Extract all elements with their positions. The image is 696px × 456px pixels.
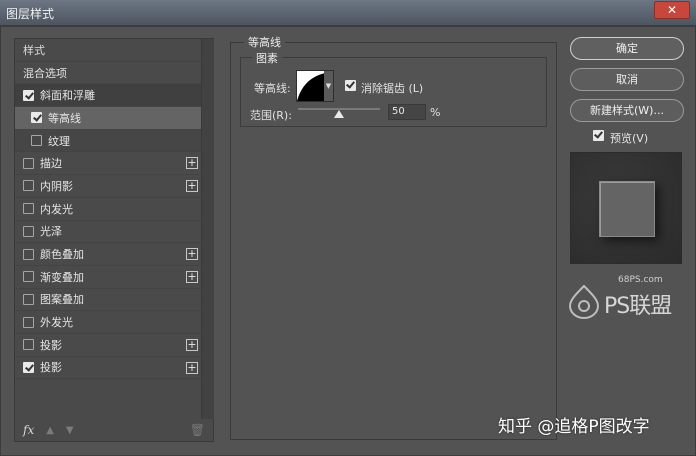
add-icon[interactable]: + bbox=[186, 361, 198, 374]
close-button[interactable]: ✕ bbox=[654, 1, 690, 19]
group-title: 等高线 bbox=[244, 34, 285, 50]
range-label: 范围(R): bbox=[250, 109, 292, 122]
trash-icon[interactable]: 🗑 bbox=[190, 423, 205, 437]
preview-label: 预览(V) bbox=[610, 132, 649, 145]
checkbox-icon[interactable] bbox=[23, 89, 34, 101]
style-item-bevel-emboss[interactable]: 斜面和浮雕 bbox=[15, 84, 201, 108]
style-item-color-overlay[interactable]: 颜色叠加 + bbox=[15, 243, 201, 266]
range-unit: % bbox=[430, 106, 441, 119]
move-up-icon[interactable]: ▲ bbox=[46, 425, 54, 436]
blend-options-item[interactable]: 混合选项 bbox=[15, 62, 201, 85]
contour-picker[interactable]: ▼ bbox=[296, 70, 334, 102]
contour-label: 等高线: bbox=[254, 82, 291, 95]
style-item-outer-glow[interactable]: 外发光 bbox=[15, 311, 201, 334]
styles-list: 样式 混合选项 斜面和浮雕 等高线 纹理 描边 + 内阴影 + 内发光 光泽 颜… bbox=[15, 39, 201, 380]
style-item-pattern-overlay[interactable]: 图案叠加 bbox=[15, 289, 201, 312]
style-item-drop-shadow-2[interactable]: 投影 + bbox=[15, 357, 201, 380]
style-item-contour[interactable]: 等高线 bbox=[15, 107, 201, 130]
anti-alias-label: 消除锯齿 (L) bbox=[361, 82, 424, 95]
checkbox-icon[interactable] bbox=[31, 112, 42, 124]
chevron-down-icon[interactable]: ▼ bbox=[324, 71, 333, 101]
add-icon[interactable]: + bbox=[186, 270, 198, 283]
preview-checkbox[interactable] bbox=[593, 130, 604, 141]
checkbox-icon[interactable] bbox=[23, 316, 34, 328]
watermark-logo-icon bbox=[568, 284, 600, 319]
checkbox-icon[interactable] bbox=[23, 339, 34, 351]
title-bar: 图层样式 ✕ bbox=[0, 0, 696, 26]
range-input[interactable]: 50 bbox=[388, 104, 426, 120]
contour-curve-icon bbox=[297, 71, 325, 101]
new-style-button[interactable]: 新建样式(W)... bbox=[570, 99, 684, 122]
checkbox-icon[interactable] bbox=[23, 248, 34, 260]
styles-scrollbar[interactable] bbox=[201, 39, 214, 419]
subgroup-title: 图素 bbox=[252, 50, 282, 66]
checkbox-icon[interactable] bbox=[23, 157, 34, 169]
checkbox-icon[interactable] bbox=[23, 180, 34, 192]
preview-swatch bbox=[599, 181, 655, 237]
style-item-stroke[interactable]: 描边 + bbox=[15, 152, 201, 176]
add-icon[interactable]: + bbox=[186, 248, 198, 261]
checkbox-icon[interactable] bbox=[23, 225, 34, 237]
add-icon[interactable]: + bbox=[186, 180, 198, 193]
checkbox-icon[interactable] bbox=[23, 271, 34, 283]
watermark-zhihu: 知乎 @追格P图改字 bbox=[498, 417, 650, 437]
add-icon[interactable]: + bbox=[186, 157, 198, 170]
style-item-gradient-overlay[interactable]: 渐变叠加 + bbox=[15, 266, 201, 289]
range-slider-handle[interactable] bbox=[333, 110, 344, 118]
cancel-button[interactable]: 取消 bbox=[570, 68, 684, 91]
checkbox-icon[interactable] bbox=[23, 293, 34, 305]
style-item-inner-glow[interactable]: 内发光 bbox=[15, 198, 201, 221]
anti-alias-checkbox[interactable] bbox=[345, 80, 356, 91]
window-title: 图层样式 bbox=[6, 7, 55, 21]
move-down-icon[interactable]: ▼ bbox=[66, 425, 74, 436]
checkbox-icon[interactable] bbox=[23, 203, 34, 215]
add-icon[interactable]: + bbox=[186, 338, 198, 351]
style-item-drop-shadow-1[interactable]: 投影 + bbox=[15, 334, 201, 357]
style-preview bbox=[570, 152, 682, 264]
watermark-site: 68PS.com bbox=[618, 275, 663, 285]
styles-panel: 样式 混合选项 斜面和浮雕 等高线 纹理 描边 + 内阴影 + 内发光 光泽 颜… bbox=[14, 38, 214, 442]
ok-button[interactable]: 确定 bbox=[570, 37, 684, 60]
style-item-satin[interactable]: 光泽 bbox=[15, 221, 201, 244]
checkbox-icon[interactable] bbox=[23, 361, 34, 373]
checkbox-icon[interactable] bbox=[31, 135, 42, 147]
watermark-brand: PS联盟 bbox=[604, 294, 672, 319]
styles-toolbar: fx ▲ ▼ 🗑 bbox=[15, 419, 213, 441]
style-item-inner-shadow[interactable]: 内阴影 + bbox=[15, 175, 201, 198]
style-item-texture[interactable]: 纹理 bbox=[15, 129, 201, 153]
styles-header[interactable]: 样式 bbox=[15, 39, 201, 62]
fx-icon[interactable]: fx bbox=[23, 423, 34, 437]
